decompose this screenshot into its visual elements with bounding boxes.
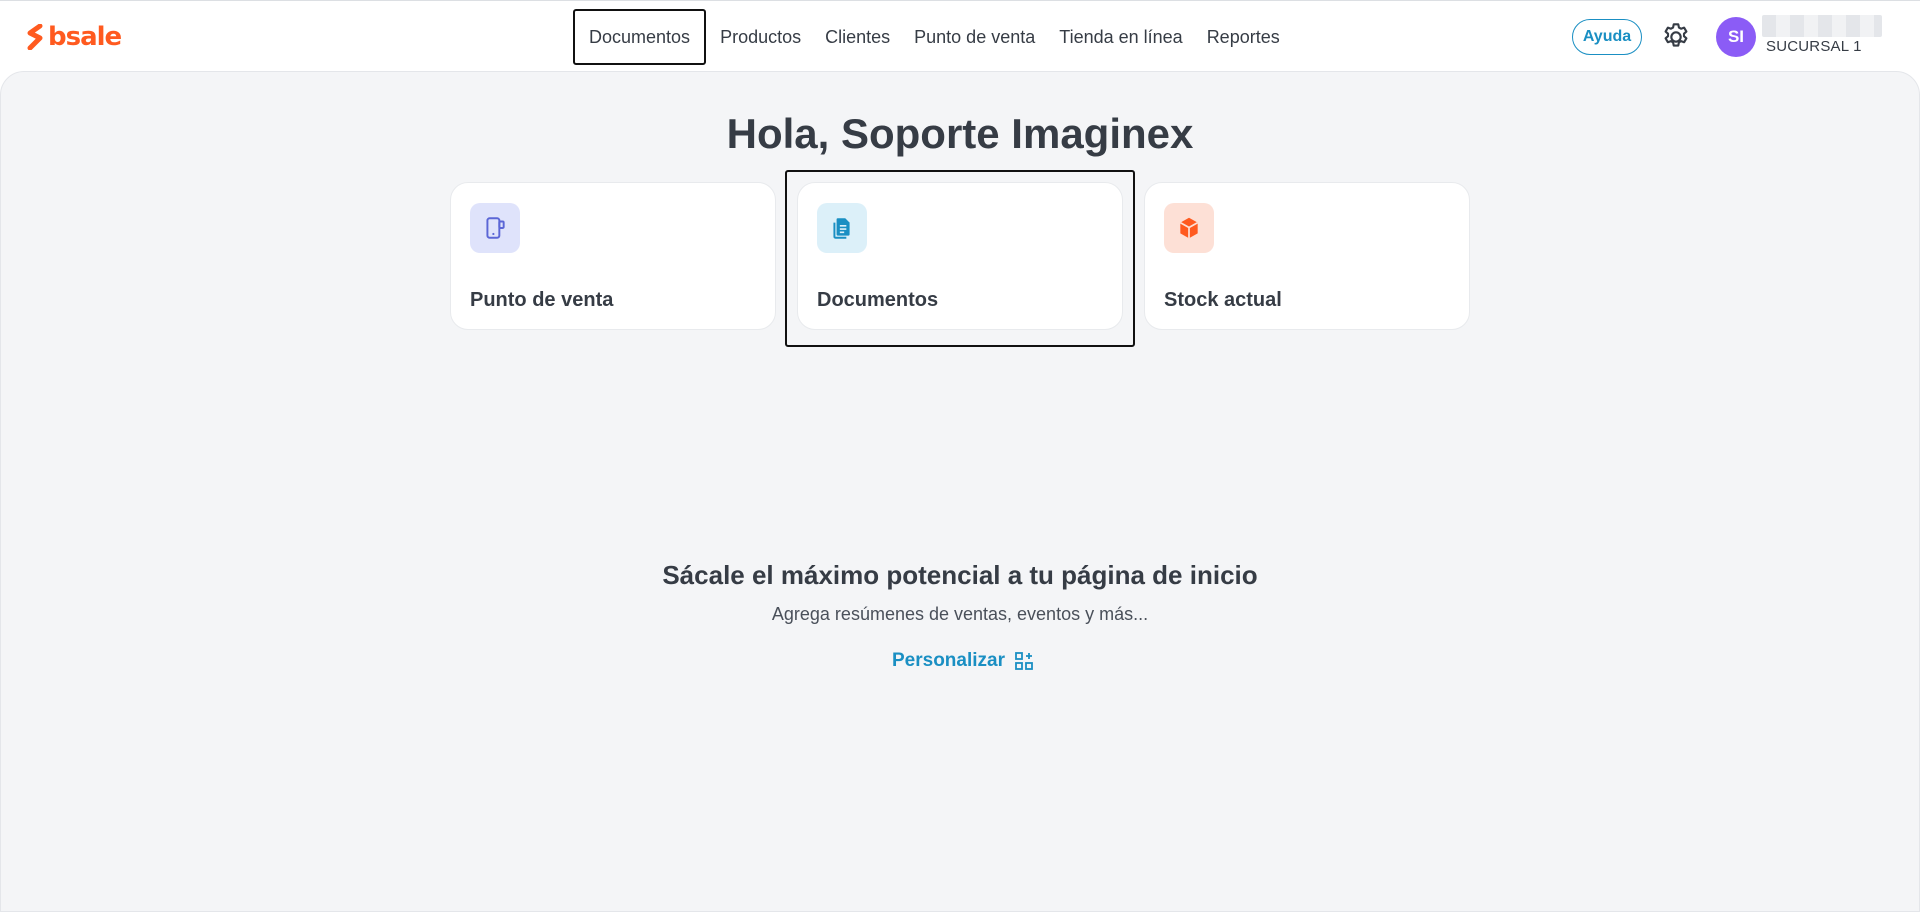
nav-punto-de-venta[interactable]: Punto de venta (902, 17, 1047, 57)
card-title: Stock actual (1164, 289, 1282, 311)
help-button[interactable]: Ayuda (1572, 19, 1642, 55)
promo-subtitle: Agrega resúmenes de ventas, eventos y má… (771, 604, 1149, 624)
document-icon (817, 203, 867, 253)
shortcut-card-stock-actual[interactable]: Stock actual (1144, 182, 1470, 330)
pos-device-icon (470, 203, 520, 253)
customize-label: Personalizar (892, 650, 1005, 671)
add-widget-icon (1015, 652, 1033, 670)
bsale-logo-icon (27, 24, 43, 50)
nav-clientes[interactable]: Clientes (813, 17, 902, 57)
shortcut-card-punto-de-venta[interactable]: Punto de venta (450, 182, 776, 330)
page-greeting: Hola, Soporte Imaginex (726, 110, 1194, 157)
box-icon (1164, 203, 1214, 253)
main-nav: Documentos Productos Clientes Punto de v… (573, 9, 1292, 65)
nav-reportes[interactable]: Reportes (1195, 17, 1292, 57)
branch-label[interactable]: SUCURSAL 1 (1766, 38, 1862, 55)
user-name-redacted (1762, 15, 1882, 37)
shortcut-card-documentos[interactable]: Documentos (797, 182, 1123, 330)
nav-tienda-en-linea[interactable]: Tienda en línea (1047, 17, 1194, 57)
gear-icon[interactable] (1660, 21, 1692, 53)
customize-link[interactable]: Personalizar (892, 650, 1033, 672)
card-title: Documentos (817, 289, 939, 311)
avatar[interactable]: SI (1716, 17, 1756, 57)
bsale-logo[interactable]: bsale (26, 22, 122, 52)
nav-productos[interactable]: Productos (708, 17, 813, 57)
top-bar: bsale Documentos Productos Clientes Punt… (0, 0, 1920, 72)
card-title: Punto de venta (470, 289, 614, 311)
promo-title: Sácale el máximo potencial a tu página d… (662, 560, 1258, 590)
logo-text: bsale (48, 22, 122, 52)
nav-documentos[interactable]: Documentos (573, 9, 707, 65)
